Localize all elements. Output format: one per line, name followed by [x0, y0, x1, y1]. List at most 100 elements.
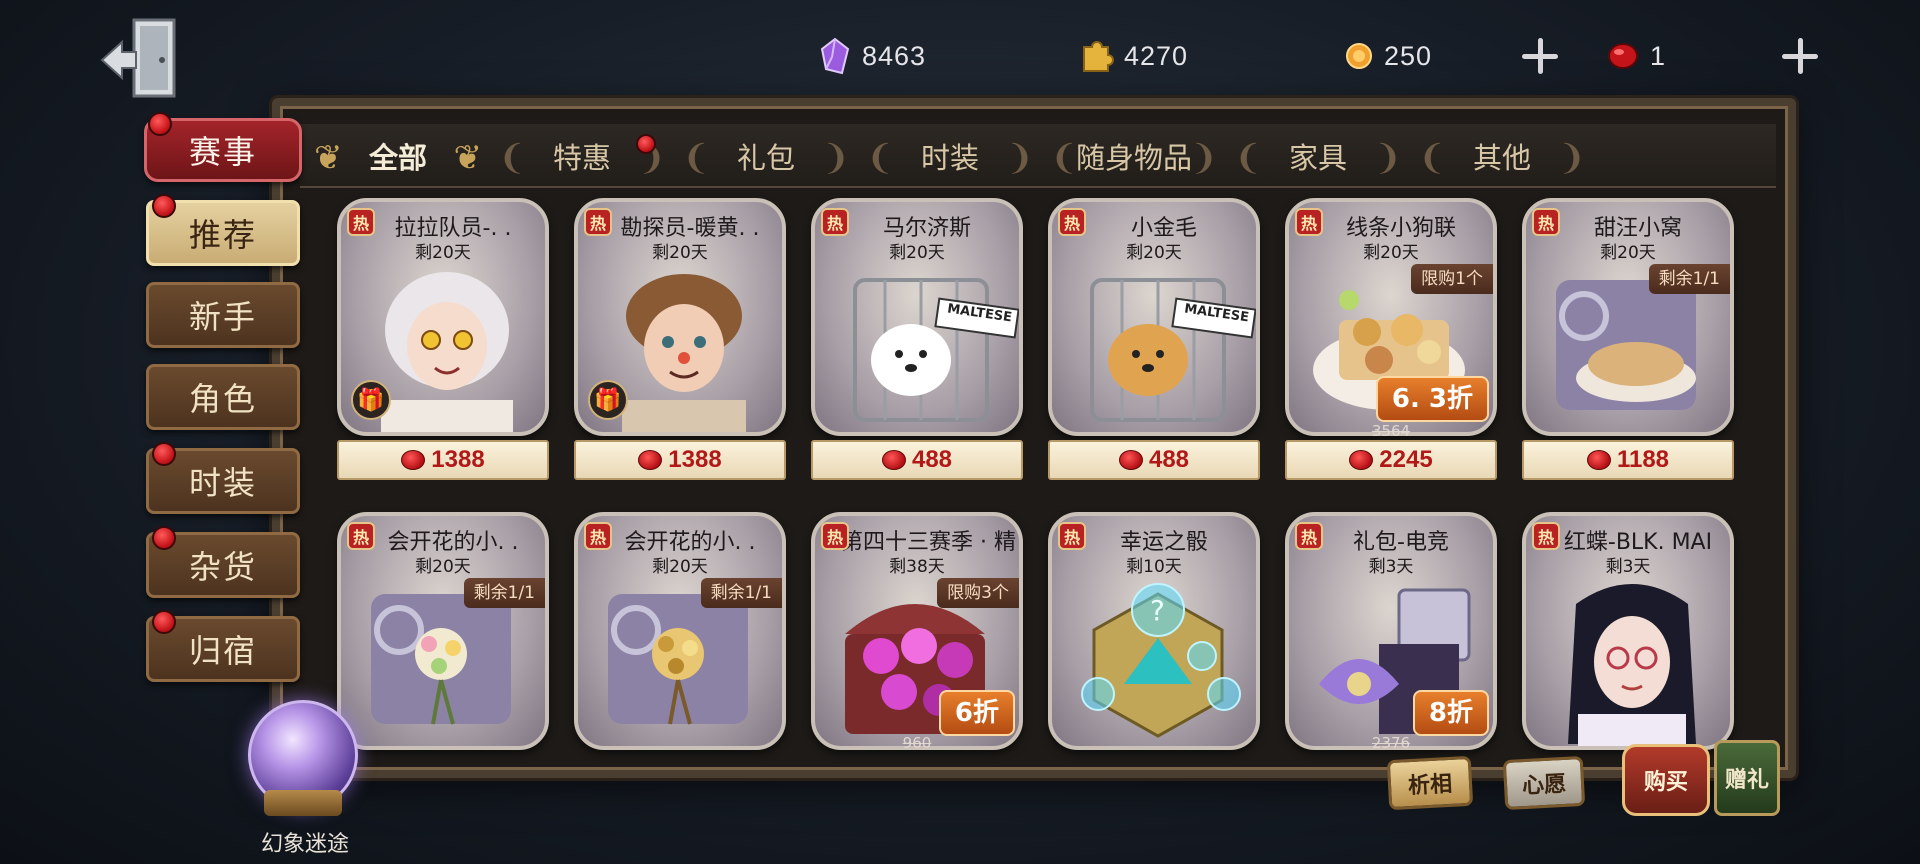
sidebar-item-label: 时装 — [188, 464, 257, 502]
price-button[interactable]: 488 — [811, 440, 1023, 480]
notification-dot — [152, 610, 176, 634]
price-button[interactable]: 1388 — [574, 440, 786, 480]
sidebar-item-label: 角色 — [188, 380, 257, 418]
tab-accessory[interactable]: ❨ 随身物品 ❩ — [1042, 124, 1226, 188]
bracket-left-icon: ❨ — [1050, 138, 1079, 178]
add-coin-button[interactable] — [1520, 36, 1560, 76]
puzzle-currency: 4270 — [1080, 36, 1188, 76]
wishlist-button[interactable]: 心愿 — [1502, 755, 1586, 811]
tab-all[interactable]: ❦ 全部 ❦ — [306, 124, 490, 188]
item-card-cheerleader[interactable]: 拉拉队员-. . 剩20天 热 🎁 — [337, 198, 549, 436]
price-button[interactable]: 1388 — [337, 440, 549, 480]
notification-dot — [152, 442, 176, 466]
puzzle-count: 4270 — [1124, 40, 1189, 71]
laurel-right-icon: ❦ — [453, 138, 483, 178]
coin-currency: 250 — [1344, 36, 1432, 76]
item-card-golden-puppy[interactable]: MALTESE 小金毛 剩20天 热 — [1048, 198, 1260, 436]
gem-currency: 8463 — [818, 36, 926, 76]
button-label: 赠礼 — [1724, 768, 1769, 793]
price-button[interactable]: 2245 — [1285, 440, 1497, 480]
maltese-dog-cage-icon — [815, 260, 1019, 432]
ticket-currency: 1 — [1606, 36, 1666, 76]
item-card-lucky-dice[interactable]: ? 幸运之骰 剩10天 热 — [1048, 512, 1260, 750]
item-card-sweet-dog-nest[interactable]: 甜汪小窝 剩20天 热 剩余1/1 — [1522, 198, 1734, 436]
hot-badge: 热 — [1295, 522, 1323, 550]
notification-dot — [148, 112, 172, 136]
red-ticket-icon — [638, 450, 663, 470]
hot-badge: 热 — [347, 208, 375, 236]
item-remaining-days: 剩20天 — [1600, 243, 1656, 263]
remaining-stock-badge: 剩余1/1 — [700, 578, 782, 608]
gift-icon[interactable]: 🎁 — [351, 380, 391, 420]
bracket-right-icon: ❩ — [1373, 138, 1403, 178]
crystal-ball-stand — [264, 790, 342, 816]
hot-badge: 热 — [1532, 522, 1560, 550]
item-card-blooming-1[interactable]: 会开花的小. . 剩20天 热 剩余1/1 — [337, 512, 549, 750]
puzzle-piece-icon — [1083, 41, 1114, 72]
analyze-button[interactable]: 析相 — [1386, 755, 1474, 811]
original-price: 3564 — [1371, 422, 1411, 440]
hot-badge: 热 — [1532, 208, 1560, 236]
tab-label: 随身物品 — [1075, 141, 1192, 175]
notification-dot — [152, 194, 176, 218]
gift-icon[interactable]: 🎁 — [588, 380, 628, 420]
purchase-button[interactable]: 购买 — [1622, 744, 1710, 816]
hot-badge: 热 — [347, 522, 375, 550]
ticket-count: 1 — [1650, 40, 1667, 71]
sidebar-item-newbie[interactable]: 新手 — [146, 282, 300, 348]
tab-label: 礼包 — [736, 141, 795, 175]
item-remaining-days: 剩20天 — [1363, 243, 1419, 263]
price-button[interactable]: 1188 — [1522, 440, 1734, 480]
notification-dot — [152, 526, 176, 550]
exit-button[interactable] — [96, 12, 192, 108]
exit-door-icon — [100, 18, 176, 98]
item-remaining-days: 剩38天 — [889, 557, 945, 577]
sidebar-item-label: 推荐 — [188, 216, 257, 254]
price-button[interactable]: 488 — [1048, 440, 1260, 480]
discount-badge: 6折 — [938, 690, 1015, 736]
tab-bundle[interactable]: ❨ 礼包 ❩ — [674, 124, 858, 188]
item-remaining-days: 剩3天 — [1368, 557, 1414, 577]
laurel-left-icon: ❦ — [314, 138, 343, 178]
tab-other[interactable]: ❨ 其他 ❩ — [1410, 124, 1594, 188]
red-ticket-icon — [881, 450, 906, 470]
illusion-maze-label: 幻象迷途 — [260, 832, 349, 857]
item-card-red-butterfly[interactable]: 红蝶-BLK. MAI 剩3天 热 — [1522, 512, 1734, 750]
character-portrait — [1526, 574, 1730, 746]
tab-costume[interactable]: ❨ 时装 ❩ — [858, 124, 1042, 188]
hot-badge: 热 — [1058, 208, 1086, 236]
add-ticket-button[interactable] — [1780, 36, 1820, 76]
remaining-stock-badge: 剩余1/1 — [463, 578, 545, 608]
bracket-left-icon: ❨ — [682, 138, 711, 178]
bracket-right-icon: ❩ — [821, 138, 851, 178]
bracket-right-icon: ❩ — [1005, 138, 1035, 178]
item-card-maltese[interactable]: MALTESE 马尔济斯 剩20天 热 — [811, 198, 1023, 436]
item-remaining-days: 剩20天 — [889, 243, 945, 263]
sidebar-item-label: 赛事 — [188, 133, 257, 171]
bracket-left-icon: ❨ — [866, 138, 895, 178]
gift-button[interactable]: 赠礼 — [1714, 740, 1780, 816]
item-remaining-days: 剩20天 — [415, 557, 471, 577]
bracket-left-icon: ❨ — [498, 138, 527, 178]
price-value: 488 — [911, 446, 953, 473]
item-remaining-days: 剩3天 — [1605, 557, 1651, 577]
item-card-season-43[interactable]: 第四十三赛季 · 精 剩38天 热 限购3个 6折 — [811, 512, 1023, 750]
hot-badge: 热 — [821, 522, 849, 550]
tab-furniture[interactable]: ❨ 家具 ❩ — [1226, 124, 1410, 188]
tab-label: 全部 — [368, 141, 427, 175]
button-label: 购买 — [1643, 770, 1688, 795]
notification-dot — [636, 134, 656, 154]
purchase-limit-badge: 限购3个 — [937, 578, 1019, 608]
bracket-left-icon: ❨ — [1418, 138, 1447, 178]
golden-puppy-cage-icon — [1052, 260, 1256, 432]
item-card-esports-bundle[interactable]: 礼包-电竞 剩3天 热 8折 — [1285, 512, 1497, 750]
item-remaining-days: 剩10天 — [1126, 557, 1182, 577]
button-label: 析相 — [1407, 771, 1453, 800]
price-value: 1388 — [668, 446, 722, 473]
item-card-line-puppy-bundle[interactable]: 线条小狗联 剩20天 热 限购1个 6. 3折 — [1285, 198, 1497, 436]
item-card-blooming-2[interactable]: 会开花的小. . 剩20天 热 剩余1/1 — [574, 512, 786, 750]
item-card-prospector[interactable]: 勘探员-暖黄. . 剩20天 热 🎁 — [574, 198, 786, 436]
sidebar-item-character[interactable]: 角色 — [146, 364, 300, 430]
price-value: 488 — [1148, 446, 1190, 473]
price-value: 2245 — [1379, 446, 1433, 473]
